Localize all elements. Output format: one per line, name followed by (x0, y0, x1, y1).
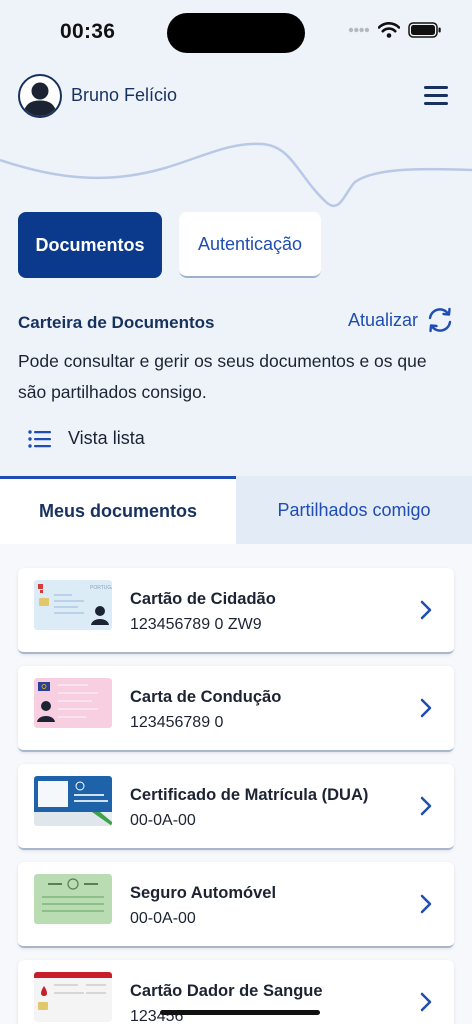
app-header: Bruno Felício (0, 72, 472, 120)
home-indicator[interactable] (160, 1010, 320, 1015)
decorative-wave (0, 142, 472, 208)
status-icons (348, 22, 442, 38)
document-card-driving-licence[interactable]: Carta de Condução 123456789 0 (18, 666, 454, 752)
document-name: Seguro Automóvel (130, 884, 277, 902)
documents-button[interactable]: Documentos (18, 212, 162, 278)
refresh-label: Atualizar (347, 309, 418, 330)
document-card-vehicle-registration[interactable]: Certificado de Matrícula (DUA) 00-0A-00 (18, 764, 454, 850)
menu-button[interactable] (424, 86, 448, 106)
battery-icon (408, 22, 441, 38)
wallet-title: Carteira de Documentos (18, 313, 215, 332)
dynamic-island (167, 13, 305, 53)
document-name: Cartão Dador de Sangue (130, 982, 323, 1000)
document-number: 123456789 0 ZW9 (130, 616, 262, 633)
menu-icon (424, 86, 448, 89)
document-card-citizen-card[interactable]: PORTUGAL Cartão de Cidadão 123456789 0 Z… (18, 568, 454, 654)
refresh-icon (428, 307, 452, 333)
document-name: Certificado de Matrícula (DUA) (130, 786, 369, 804)
citizen-card-icon: PORTUGAL (34, 580, 112, 630)
wallet-description: Pode consultar e gerir os seus documento… (18, 351, 427, 402)
status-time: 00:36 (60, 20, 116, 43)
list-view-icon (28, 429, 51, 448)
tab-shared-with-me[interactable]: Partilhados comigo (236, 476, 472, 544)
avatar[interactable] (18, 74, 62, 118)
wifi-icon (378, 22, 400, 38)
authentication-button[interactable]: Autenticação (179, 212, 321, 278)
refresh-button[interactable]: Atualizar (348, 306, 454, 334)
vehicle-registration-icon (34, 776, 112, 826)
document-number: 00-0A-00 (130, 812, 196, 829)
document-card-car-insurance[interactable]: Seguro Automóvel 00-0A-00 (18, 862, 454, 948)
documents-tabs: Meus documentos Partilhados comigo (0, 476, 472, 544)
status-bar: 00:36 (0, 0, 472, 62)
chevron-right-icon (420, 600, 432, 620)
chevron-right-icon (420, 796, 432, 816)
user-silhouette-icon (23, 82, 57, 116)
document-number: 00-0A-00 (130, 910, 196, 927)
chevron-right-icon (420, 894, 432, 914)
view-label: Vista lista (68, 428, 145, 448)
document-name: Cartão de Cidadão (130, 590, 276, 608)
view-toggle[interactable]: Vista lista (28, 428, 145, 449)
tab-my-documents[interactable]: Meus documentos (0, 476, 236, 544)
chevron-right-icon (420, 992, 432, 1012)
blood-donor-card-icon (34, 972, 112, 1022)
driving-licence-icon (34, 678, 112, 728)
chevron-right-icon (420, 698, 432, 718)
user-name: Bruno Felício (71, 85, 178, 105)
signal-icon (348, 27, 370, 33)
svg-text:PORTUGAL: PORTUGAL (90, 585, 112, 591)
document-name: Carta de Condução (130, 688, 282, 706)
car-insurance-icon (34, 874, 112, 924)
documents-list: PORTUGAL Cartão de Cidadão 123456789 0 Z… (0, 544, 472, 1024)
document-number: 123456789 0 (130, 714, 224, 731)
